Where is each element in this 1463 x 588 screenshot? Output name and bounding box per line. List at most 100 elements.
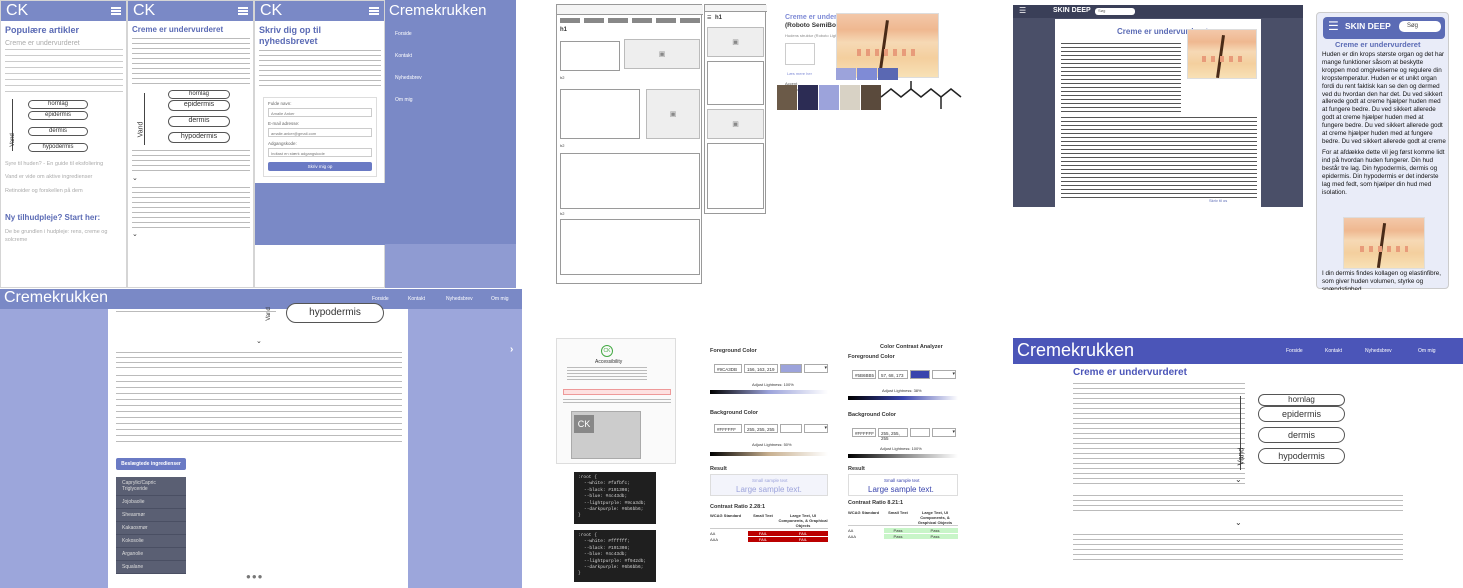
nav-nyhedsbrev[interactable]: Nyhedsbrev — [1365, 348, 1392, 354]
layer-epidermis: epidermis — [168, 100, 230, 111]
chevron-down-icon-2[interactable]: ⌄ — [1235, 518, 1242, 527]
skin-deep-desktop: ☰ SKIN DEEP Søg Creme er undervurderet S… — [1013, 5, 1303, 207]
swatch-link[interactable]: Læs mere her — [787, 71, 812, 76]
bg-hex-input[interactable]: #FFFFFF — [852, 428, 876, 437]
nav-om-mig[interactable]: Om mig — [491, 296, 509, 302]
bg-rgb-input[interactable]: 255, 255, 255 — [878, 428, 908, 441]
table-header: WCAG Standard Small Text Large Text, UI … — [710, 513, 828, 529]
chevron-right-icon[interactable]: › — [510, 344, 513, 355]
mobile-header: CK — [1, 1, 126, 21]
logo[interactable]: Cremekrukken — [389, 2, 487, 19]
hamburger-menu-icon[interactable] — [369, 7, 379, 15]
palette-swatch — [840, 85, 860, 110]
body-text-1 — [116, 311, 276, 316]
logo[interactable]: CK — [6, 2, 28, 20]
fg-name-select[interactable]: ▾ — [804, 364, 828, 373]
fg-label: Foreground Color — [710, 348, 757, 354]
article-link-2[interactable]: Vand er vide om aktive ingredienser — [5, 174, 125, 180]
css-code-block-1: :root { --white: #fafbfc; --black: #1913… — [574, 472, 656, 524]
wireframe-label: h2 — [560, 75, 565, 80]
ingredient-item[interactable]: Caprylic/Capric Triglyceride — [116, 477, 186, 496]
nav-kontakt[interactable]: Kontakt — [1325, 348, 1342, 354]
bg-name-select[interactable]: ▾ — [932, 428, 956, 437]
password-field[interactable]: Indtast en stærk adgangskode — [268, 148, 372, 157]
wireframe-desktop: h1 ▣ h2 ▣ h2 h2 — [556, 4, 703, 284]
bg-lightness-slider[interactable] — [710, 452, 828, 456]
accessibility-text — [567, 367, 647, 381]
menu-item-om-mig[interactable]: Om mig — [395, 97, 413, 103]
logo[interactable]: CK — [260, 2, 282, 20]
nav-nyhedsbrev[interactable]: Nyhedsbrev — [446, 296, 473, 302]
bg-color-swatch[interactable] — [910, 428, 930, 437]
ingredients-list: Caprylic/Capric Triglyceride Jojobaolie … — [116, 477, 186, 574]
code-line: --darkpurple: #6b6bb6; — [584, 507, 644, 513]
fg-hex-input[interactable]: #5B6BB5 — [852, 370, 876, 379]
nav-kontakt[interactable]: Kontakt — [408, 296, 425, 302]
article-p2: For at afdække dette vil jeg først komme… — [1322, 149, 1445, 196]
name-field[interactable]: Amalie Anker — [268, 108, 372, 117]
article-link-1[interactable]: Syre til huden? - En guide til eksfolier… — [5, 161, 125, 167]
bg-color-swatch[interactable] — [780, 424, 802, 433]
bg-name-select[interactable]: ▾ — [804, 424, 828, 433]
related-ingredients-button[interactable]: Beslægtede ingredienser — [116, 458, 186, 470]
fg-color-swatch[interactable] — [910, 370, 930, 379]
name-label: Fulde navn: — [268, 101, 292, 106]
menu-item-kontakt[interactable]: Kontakt — [395, 53, 412, 59]
ingredient-item[interactable]: Sheasmør — [116, 509, 186, 522]
hamburger-menu-icon[interactable] — [111, 7, 121, 15]
fg-rgb-input[interactable]: 156, 163, 219 — [744, 364, 778, 373]
ingredient-item[interactable]: Arganolie — [116, 548, 186, 561]
logo[interactable]: Cremekrukken — [4, 289, 108, 307]
logo[interactable]: SKIN DEEP — [1345, 21, 1391, 31]
bg-rgb-input[interactable]: 255, 255, 255 — [744, 424, 778, 433]
logo[interactable]: CK — [133, 2, 155, 20]
hamburger-menu-icon[interactable]: ☰ — [1019, 6, 1026, 15]
ingredient-item[interactable]: Kakaosmør — [116, 522, 186, 535]
bg-lightness-slider[interactable] — [848, 454, 958, 458]
ingredient-item[interactable]: Squalane — [116, 561, 186, 574]
layer-epidermis: epidermis — [1258, 406, 1345, 422]
table-cell: AA — [710, 531, 716, 536]
hamburger-menu-icon[interactable]: ☰ — [1328, 19, 1339, 33]
chevron-down-icon[interactable]: ⌄ — [256, 337, 262, 345]
table-cell: Pass — [912, 528, 958, 533]
article-p3: I din dermis findes kollagen og elastinf… — [1322, 270, 1442, 290]
logo[interactable]: Cremekrukken — [1017, 340, 1134, 361]
fg-color-swatch[interactable] — [780, 364, 802, 373]
chevron-down-icon[interactable]: ⌄ — [132, 174, 138, 182]
article-title[interactable]: Creme er undervurderet — [5, 40, 80, 47]
hamburger-menu-icon[interactable] — [238, 7, 248, 15]
article-link-3[interactable]: Retinoider og forskellen på dem — [5, 188, 125, 194]
newsletter-text — [259, 50, 381, 90]
fg-rgb-input[interactable]: 57, 68, 173 — [878, 370, 908, 379]
fg-lightness-slider[interactable] — [848, 396, 958, 400]
hamburger-menu-icon[interactable]: ☰ — [707, 15, 711, 21]
article-title: Creme er undervurderet — [1335, 40, 1421, 49]
bg-hex-input[interactable]: #FFFFFF — [714, 424, 742, 433]
cta-sub[interactable]: De be grundlen i hudpleje: rens, creme o… — [5, 228, 123, 244]
nav-om-mig[interactable]: Om mig — [1418, 348, 1436, 354]
logo[interactable]: SKIN DEEP — [1053, 7, 1091, 14]
carousel-dots[interactable]: ●●● — [246, 572, 264, 581]
email-field[interactable]: amalie.anker@gmail.com — [268, 128, 372, 137]
fg-hex-input[interactable]: #9CA3DB — [714, 364, 742, 373]
chevron-down-icon[interactable]: ⌄ — [1235, 475, 1242, 484]
ingredient-item[interactable]: Kokosolie — [116, 535, 186, 548]
chevron-down-icon-2[interactable]: ⌄ — [132, 230, 138, 238]
fg-name-select[interactable]: ▾ — [932, 370, 956, 379]
nav-forside[interactable]: Forside — [1286, 348, 1303, 354]
palette-swatch — [777, 85, 797, 110]
image-placeholder-icon: ▣ — [707, 109, 764, 139]
large-sample-text: Large sample text. — [736, 485, 802, 494]
search-input[interactable]: Søg — [1095, 8, 1135, 15]
subscribe-button[interactable]: Skriv mig op — [268, 162, 372, 171]
bg-label: Background Color — [710, 410, 758, 416]
ingredient-item[interactable]: Jojobaolie — [116, 496, 186, 509]
menu-item-forside[interactable]: Forside — [395, 31, 412, 37]
article-text-2 — [1061, 117, 1257, 199]
menu-item-nyhedsbrev[interactable]: Nyhedsbrev — [395, 75, 422, 81]
contact-link[interactable]: Skriv til os — [1209, 198, 1227, 203]
fg-lightness-slider[interactable] — [710, 390, 828, 394]
search-input[interactable]: Søg — [1399, 21, 1441, 32]
nav-forside[interactable]: Forside — [372, 296, 389, 302]
